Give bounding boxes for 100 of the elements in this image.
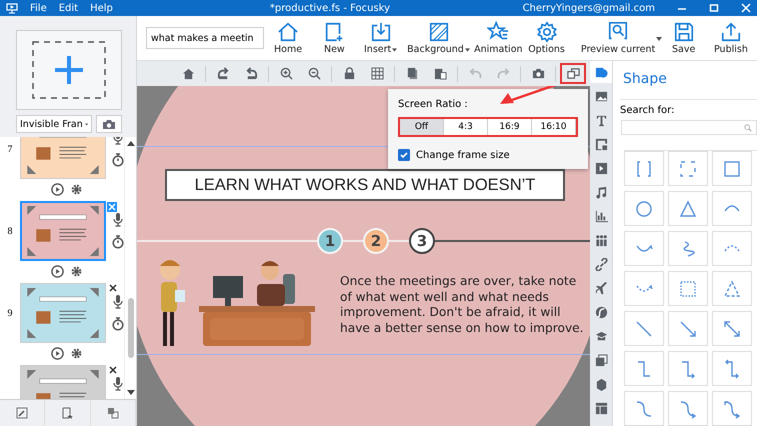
shape-search-field[interactable] [621,120,757,135]
publish-button[interactable]: Publish [704,21,757,55]
zoom-in-icon [280,67,292,80]
caret-icon[interactable] [392,48,398,52]
shape-tab[interactable] [590,61,612,83]
options-button[interactable]: Options [523,21,570,55]
microphone-icon[interactable] [113,295,123,309]
gear-icon[interactable] [70,183,83,196]
window-title: *productive.fs - Focusky [270,2,390,14]
animation-button[interactable]: Animation [473,21,524,55]
dotted-rect-icon [678,278,698,298]
dotted-rect-shape-button[interactable] [668,271,708,306]
image-icon [594,90,608,102]
elbow-double-arrow-shape-button[interactable] [712,351,752,386]
panel-title: Shape [623,71,668,87]
ratio-option[interactable]: Off [400,119,444,135]
slide-number: 7 [6,144,14,154]
rect-shape-button[interactable] [712,151,752,186]
timer-icon[interactable] [112,153,124,167]
flash-icon [594,306,608,318]
forward-icon [216,67,230,80]
ratio-icon [566,67,580,80]
slide-number: 9 [6,308,14,318]
curve-arrow-icon [678,398,698,418]
curve-double-arrow-icon [722,398,742,418]
ratio-tool-button[interactable] [560,63,586,84]
microphone-icon[interactable] [113,213,123,227]
camera-button[interactable] [96,115,122,133]
checkbox[interactable] [398,149,410,161]
dashed-arc-icon [724,245,740,252]
insert-button[interactable]: Insert [357,21,404,55]
curve-icon [634,398,654,418]
lock-icon [342,67,356,80]
menu-item[interactable]: Help [90,2,113,14]
timer-icon[interactable] [112,235,124,249]
scroll-up-icon[interactable] [126,141,134,146]
slide-title: LEARN WHAT WORKS AND WHAT DOESN’T [165,169,565,201]
search-label: Search for: [620,99,757,116]
caret-icon[interactable] [656,37,662,41]
frame-type-dropdown[interactable]: Invisible Fran [16,115,92,133]
rect-icon [722,158,742,178]
timer-icon[interactable] [112,317,124,331]
caret-icon[interactable] [464,48,470,52]
squiggle-shape-button[interactable] [668,231,708,266]
grid-icon [370,67,384,80]
add-frame-button[interactable] [16,30,122,110]
double-arrow-line-icon [722,318,742,338]
home-icon [182,67,194,80]
gear-icon[interactable] [70,347,83,360]
save-button[interactable]: Save [662,21,705,55]
play-icon[interactable] [51,347,64,360]
close-icon[interactable] [108,365,118,375]
triangle-shape-button[interactable] [668,191,708,226]
bracket-shape-button[interactable] [624,151,664,186]
paste-icon [434,67,446,80]
preview-button[interactable]: Preview current [574,21,662,55]
play-icon[interactable] [51,265,64,278]
background-button[interactable]: Background [404,21,474,55]
ratio-option[interactable]: 16:9 [488,119,532,135]
pencil-icon [16,407,28,419]
account-email[interactable]: CherryYingers@gmail.com [522,2,655,14]
layout-icon [594,402,608,414]
people-icon [594,234,608,246]
dashed-triangle-icon [722,278,742,298]
document-star-icon [61,407,74,419]
curve-double-arrow-shape-button[interactable] [712,391,752,426]
menu-item[interactable]: File [30,2,47,14]
play-icon[interactable] [51,183,64,196]
close-icon[interactable] [108,283,118,293]
maximize-icon[interactable] [709,3,719,13]
line-icon [634,318,654,338]
gear-icon[interactable] [70,265,83,278]
microphone-icon[interactable] [113,377,123,391]
link-icon [594,258,608,270]
ratio-option[interactable]: 4:3 [444,119,488,135]
shape-icon [594,66,608,78]
dashed-rect-icon [678,158,698,178]
presentation-icon [6,2,18,14]
elbow-arrow-shape-button[interactable] [668,351,708,386]
search-icon [744,124,752,132]
zoom-out-icon [308,67,320,80]
new-button[interactable]: New [311,21,358,55]
curve-arrow-shape-button[interactable] [668,391,708,426]
search-field[interactable]: what makes a meetin [146,27,264,49]
circle-shape-button[interactable] [624,191,664,226]
home-button[interactable]: Home [264,21,312,55]
scrollbar[interactable] [124,137,136,399]
double-arrow-line-shape-button[interactable] [712,311,752,346]
arrow-line-shape-button[interactable] [668,311,708,346]
undo-icon [468,67,482,80]
slide-body-text: Once the meetings are over, take note of what went well and what needs improvement. Don't be afraid, it will have a better sense on how to improve. [340,274,585,336]
popup-title: Screen Ratio： [398,98,472,111]
arc-icon [724,205,740,212]
ratio-option[interactable]: 16:10 [532,119,576,135]
home-icon [277,21,300,43]
chart-icon [594,210,608,222]
menu-item[interactable]: Edit [58,2,78,14]
scroll-down-icon[interactable] [126,390,134,395]
insert-icon [370,21,392,43]
dashed-plus-icon [31,40,107,100]
